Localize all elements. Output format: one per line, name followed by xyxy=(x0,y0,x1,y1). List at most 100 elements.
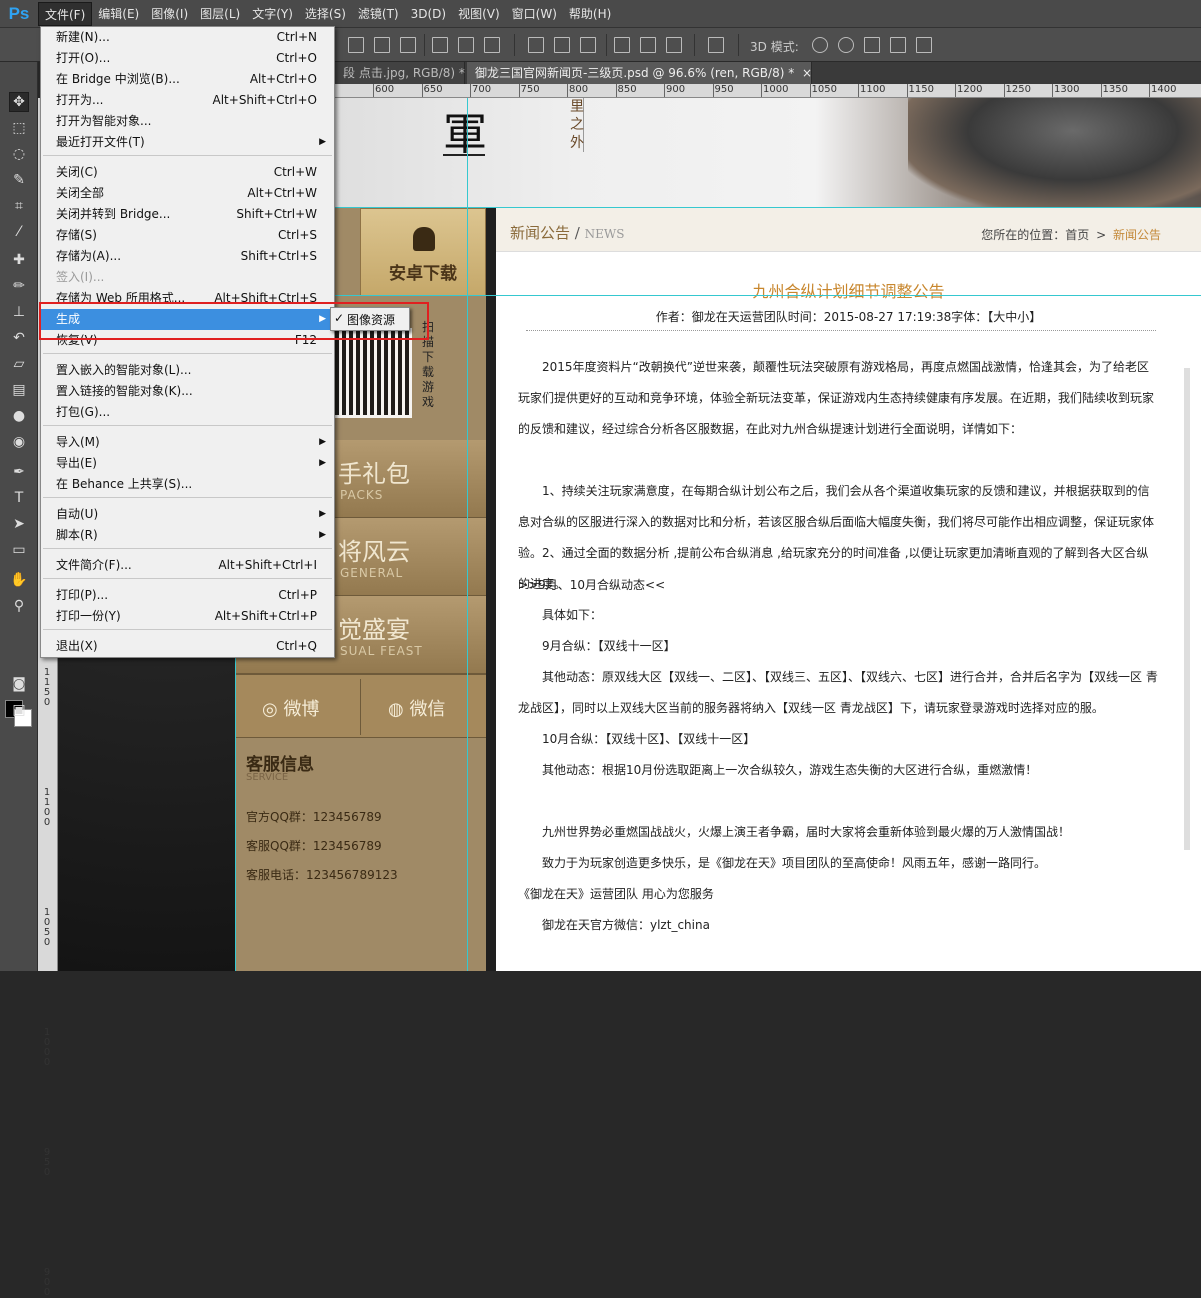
file-menu-item[interactable]: 打印一份(Y) Alt+Shift+Ctrl+P xyxy=(41,606,334,627)
path-select-tool-icon[interactable]: ➤ xyxy=(9,514,29,534)
screen-mode-icon[interactable]: ▣ xyxy=(9,700,29,720)
menu-item-label: 自动(U) xyxy=(56,507,99,521)
guide-horizontal[interactable] xyxy=(335,207,1201,208)
submenu-arrow-icon: ▶ xyxy=(319,509,326,519)
file-menu-item[interactable]: 导入(M) ▶ xyxy=(41,432,334,453)
menu-image[interactable]: 图像(I) xyxy=(145,2,194,26)
align-top-icon[interactable] xyxy=(348,37,364,53)
file-menu-item[interactable]: 打开为... Alt+Shift+Ctrl+O xyxy=(41,90,334,111)
type-tool-icon[interactable]: T xyxy=(9,488,29,508)
quick-mask-icon[interactable]: ◙ xyxy=(9,674,29,694)
distribute-vcenter-icon[interactable] xyxy=(554,37,570,53)
guide-horizontal[interactable] xyxy=(335,295,1201,296)
file-menu-item[interactable]: 自动(U) ▶ xyxy=(41,504,334,525)
file-menu-item[interactable]: 置入链接的智能对象(K)... xyxy=(41,381,334,402)
quick-select-tool-icon[interactable]: ✎ xyxy=(9,170,29,190)
menu-separator xyxy=(43,353,332,354)
history-brush-tool-icon[interactable]: ↶ xyxy=(9,328,29,348)
clone-stamp-tool-icon[interactable]: ⊥ xyxy=(9,302,29,322)
banner-calligraphy: 軍 xyxy=(443,109,487,160)
distribute-right-icon[interactable] xyxy=(666,37,682,53)
file-menu-item[interactable]: 文件简介(F)... Alt+Shift+Ctrl+I xyxy=(41,555,334,576)
file-menu-item[interactable]: 打印(P)... Ctrl+P xyxy=(41,585,334,606)
article-title: 九州合纵计划细节调整公告 xyxy=(752,282,945,301)
menu-item-label: 打开为智能对象... xyxy=(56,114,152,128)
tab-document-2[interactable]: 御龙三国官网新闻页-三级页.psd @ 96.6% (ren, RGB/8) *… xyxy=(467,62,812,84)
article-paragraph: 九州世界势必重燃国战战火，火爆上演王者争霸，届时大家将会重新体验到最火爆的万人激… xyxy=(518,825,1071,839)
distribute-top-icon[interactable] xyxy=(528,37,544,53)
shape-tool-icon[interactable]: ▭ xyxy=(9,540,29,560)
healing-brush-tool-icon[interactable]: ✚ xyxy=(9,250,29,270)
menu-window[interactable]: 窗口(W) xyxy=(506,2,563,26)
article-scrollbar[interactable] xyxy=(1184,368,1190,850)
menu-item-label: 签入(I)... xyxy=(56,270,105,284)
menu-item-shortcut: Alt+Shift+Ctrl+I xyxy=(218,558,317,572)
3d-rotate-icon[interactable] xyxy=(812,37,828,53)
file-menu-item[interactable]: 存储为(A)... Shift+Ctrl+S xyxy=(41,246,334,267)
file-menu-item[interactable]: 关闭(C) Ctrl+W xyxy=(41,162,334,183)
crop-tool-icon[interactable]: ⌗ xyxy=(9,196,29,216)
file-menu-item[interactable]: 在 Bridge 中浏览(B)... Alt+Ctrl+O xyxy=(41,69,334,90)
guide-vertical[interactable] xyxy=(467,98,468,971)
menu-view[interactable]: 视图(V) xyxy=(452,2,506,26)
menu-item-shortcut: Ctrl+S xyxy=(277,228,317,242)
marquee-tool-icon[interactable]: ⬚ xyxy=(9,118,29,138)
article-paragraph: 2015年度资料片“改朝换代”逆世来袭，颠覆性玩法突破原有游戏格局，再度点燃国战… xyxy=(518,360,1155,436)
move-tool-icon[interactable]: ✥ xyxy=(9,92,29,112)
file-menu-item[interactable]: 关闭并转到 Bridge... Shift+Ctrl+W xyxy=(41,204,334,225)
file-menu-item[interactable]: 打开为智能对象... xyxy=(41,111,334,132)
eraser-tool-icon[interactable]: ▱ xyxy=(9,354,29,374)
file-menu-item[interactable]: 置入嵌入的智能对象(L)... xyxy=(41,360,334,381)
weixin-link[interactable]: ◍ 微信 xyxy=(388,695,445,721)
align-bottom-icon[interactable] xyxy=(400,37,416,53)
menu-file[interactable]: 文件(F) xyxy=(38,1,93,26)
pen-tool-icon[interactable]: ✒ xyxy=(9,462,29,482)
menu-select[interactable]: 选择(S) xyxy=(299,2,352,26)
file-menu-item[interactable]: 在 Behance 上共享(S)... xyxy=(41,474,334,495)
menu-3d[interactable]: 3D(D) xyxy=(405,2,452,26)
menu-item-label: 新建(N)... xyxy=(56,30,110,44)
distribute-left-icon[interactable] xyxy=(614,37,630,53)
gradient-tool-icon[interactable]: ▤ xyxy=(9,380,29,400)
file-menu-item[interactable]: 存储(S) Ctrl+S xyxy=(41,225,334,246)
file-menu-item[interactable]: 导出(E) ▶ xyxy=(41,453,334,474)
file-menu-item[interactable]: 打包(G)... xyxy=(41,402,334,423)
file-menu-item[interactable]: 打开(O)... Ctrl+O xyxy=(41,48,334,69)
zoom-tool-icon[interactable]: ⚲ xyxy=(9,596,29,616)
align-right-icon[interactable] xyxy=(484,37,500,53)
file-menu-item[interactable]: 脚本(R) ▶ xyxy=(41,525,334,546)
3d-scale-icon[interactable] xyxy=(916,37,932,53)
menu-filter[interactable]: 滤镜(T) xyxy=(352,2,405,26)
align-vcenter-icon[interactable] xyxy=(374,37,390,53)
brush-tool-icon[interactable]: ✏ xyxy=(9,276,29,296)
ruler-label: 1050 xyxy=(43,907,51,948)
menu-layer[interactable]: 图层(L) xyxy=(194,2,246,26)
ruler-label: 1250 xyxy=(1005,84,1031,95)
eyedropper-tool-icon[interactable]: ⁄ xyxy=(9,222,29,242)
align-left-icon[interactable] xyxy=(432,37,448,53)
file-menu-item[interactable]: 退出(X) Ctrl+Q xyxy=(41,636,334,657)
dodge-tool-icon[interactable]: ◉ xyxy=(9,432,29,452)
menu-edit[interactable]: 编辑(E) xyxy=(92,2,145,26)
menu-type[interactable]: 文字(Y) xyxy=(246,2,299,26)
3d-roll-icon[interactable] xyxy=(838,37,854,53)
file-menu-item[interactable]: 最近打开文件(T) ▶ xyxy=(41,132,334,153)
file-menu-item[interactable]: 关闭全部 Alt+Ctrl+W xyxy=(41,183,334,204)
3d-pan-icon[interactable] xyxy=(864,37,880,53)
auto-align-icon[interactable] xyxy=(708,37,724,53)
lasso-tool-icon[interactable]: ◌ xyxy=(9,144,29,164)
blur-tool-icon[interactable]: ● xyxy=(9,406,29,426)
menu-help[interactable]: 帮助(H) xyxy=(563,2,617,26)
align-hcenter-icon[interactable] xyxy=(458,37,474,53)
distribute-hcenter-icon[interactable] xyxy=(640,37,656,53)
ruler-label: 1150 xyxy=(908,84,934,95)
hand-tool-icon[interactable]: ✋ xyxy=(9,570,29,590)
tab-close-icon[interactable]: × xyxy=(802,66,812,80)
file-menu-item[interactable]: 新建(N)... Ctrl+N xyxy=(41,27,334,48)
3d-slide-icon[interactable] xyxy=(890,37,906,53)
menu-separator xyxy=(43,425,332,426)
weibo-link[interactable]: ◎ 微博 xyxy=(262,695,319,721)
tab-document-1[interactable]: 段 点击.jpg, RGB/8) * × xyxy=(335,62,483,84)
breadcrumb: 您所在的位置：首页 > 新闻公告 xyxy=(981,228,1161,242)
distribute-bottom-icon[interactable] xyxy=(580,37,596,53)
